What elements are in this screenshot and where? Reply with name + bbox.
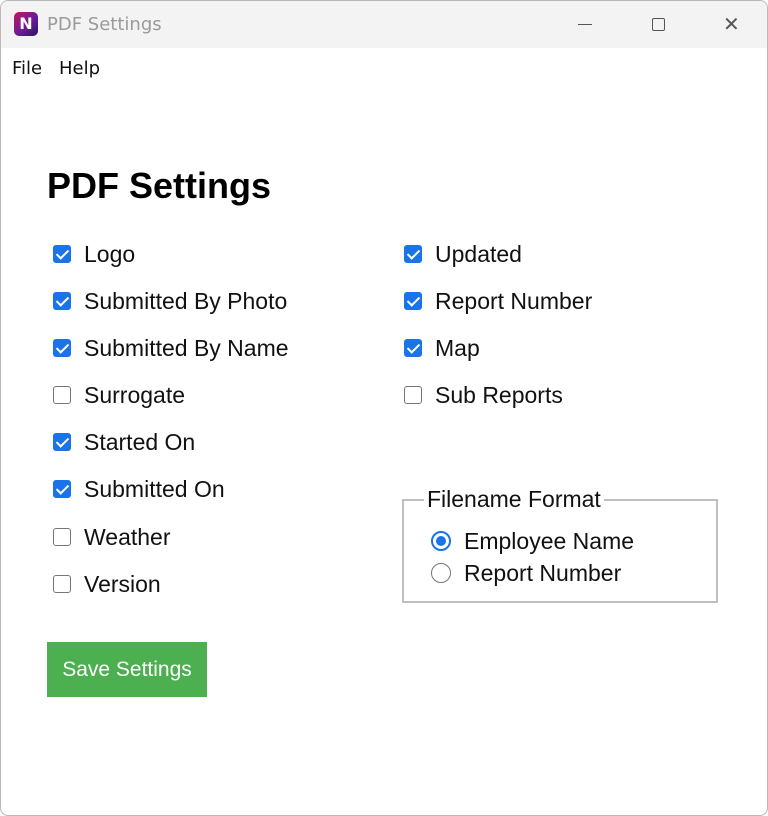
version-checkbox[interactable]: [53, 575, 71, 593]
version-label[interactable]: Version: [84, 571, 161, 598]
employee-name-radio[interactable]: [431, 531, 451, 551]
close-icon: ✕: [723, 12, 740, 36]
map-checkbox[interactable]: [404, 339, 422, 357]
option-updated[interactable]: Updated: [404, 239, 522, 269]
started-on-label[interactable]: Started On: [84, 429, 195, 456]
maximize-icon: [652, 18, 665, 31]
menu-help[interactable]: Help: [59, 58, 100, 79]
option-weather[interactable]: Weather: [53, 522, 171, 552]
option-map[interactable]: Map: [404, 333, 480, 363]
report-number-radio-label[interactable]: Report Number: [464, 560, 621, 587]
page-title: PDF Settings: [47, 165, 272, 206]
logo-checkbox[interactable]: [53, 245, 71, 263]
option-report-number[interactable]: Report Number: [404, 286, 592, 316]
employee-name-label[interactable]: Employee Name: [464, 528, 634, 555]
updated-checkbox[interactable]: [404, 245, 422, 263]
started-on-checkbox[interactable]: [53, 433, 71, 451]
menu-file[interactable]: File: [12, 58, 42, 79]
option-surrogate[interactable]: Surrogate: [53, 380, 185, 410]
surrogate-checkbox[interactable]: [53, 386, 71, 404]
filename-format-group: Filename Format Employee Name Report Num…: [402, 486, 718, 603]
option-logo[interactable]: Logo: [53, 239, 135, 269]
filename-format-legend: Filename Format: [424, 486, 604, 512]
option-submitted-by-photo[interactable]: Submitted By Photo: [53, 286, 287, 316]
map-label[interactable]: Map: [435, 335, 480, 362]
sub-reports-checkbox[interactable]: [404, 386, 422, 404]
report-number-radio[interactable]: [431, 563, 451, 583]
app-window: N PDF Settings ✕ File Help PDF Settings …: [0, 0, 768, 816]
updated-label[interactable]: Updated: [435, 241, 522, 268]
option-sub-reports[interactable]: Sub Reports: [404, 380, 563, 410]
title-bar[interactable]: N PDF Settings ✕: [1, 1, 767, 48]
submitted-by-photo-label[interactable]: Submitted By Photo: [84, 288, 287, 315]
option-submitted-by-name[interactable]: Submitted By Name: [53, 333, 289, 363]
weather-label[interactable]: Weather: [84, 524, 171, 551]
submitted-on-label[interactable]: Submitted On: [84, 476, 225, 503]
submitted-by-name-checkbox[interactable]: [53, 339, 71, 357]
maximize-button[interactable]: [630, 1, 686, 48]
radio-option-report-number[interactable]: Report Number: [431, 559, 621, 587]
option-started-on[interactable]: Started On: [53, 427, 195, 457]
logo-label[interactable]: Logo: [84, 241, 135, 268]
window-title: PDF Settings: [47, 14, 162, 35]
submitted-by-name-label[interactable]: Submitted By Name: [84, 335, 289, 362]
menu-bar: File Help: [1, 48, 767, 88]
surrogate-label[interactable]: Surrogate: [84, 382, 185, 409]
radio-option-employee-name[interactable]: Employee Name: [431, 527, 634, 555]
submitted-by-photo-checkbox[interactable]: [53, 292, 71, 310]
app-logo-icon: N: [14, 12, 38, 36]
save-settings-button[interactable]: Save Settings: [47, 642, 207, 697]
report-number-checkbox[interactable]: [404, 292, 422, 310]
minimize-icon: [578, 24, 592, 25]
close-button[interactable]: ✕: [703, 1, 759, 48]
option-version[interactable]: Version: [53, 569, 161, 599]
report-number-label[interactable]: Report Number: [435, 288, 592, 315]
weather-checkbox[interactable]: [53, 528, 71, 546]
sub-reports-label[interactable]: Sub Reports: [435, 382, 563, 409]
submitted-on-checkbox[interactable]: [53, 480, 71, 498]
minimize-button[interactable]: [557, 1, 613, 48]
option-submitted-on[interactable]: Submitted On: [53, 474, 225, 504]
